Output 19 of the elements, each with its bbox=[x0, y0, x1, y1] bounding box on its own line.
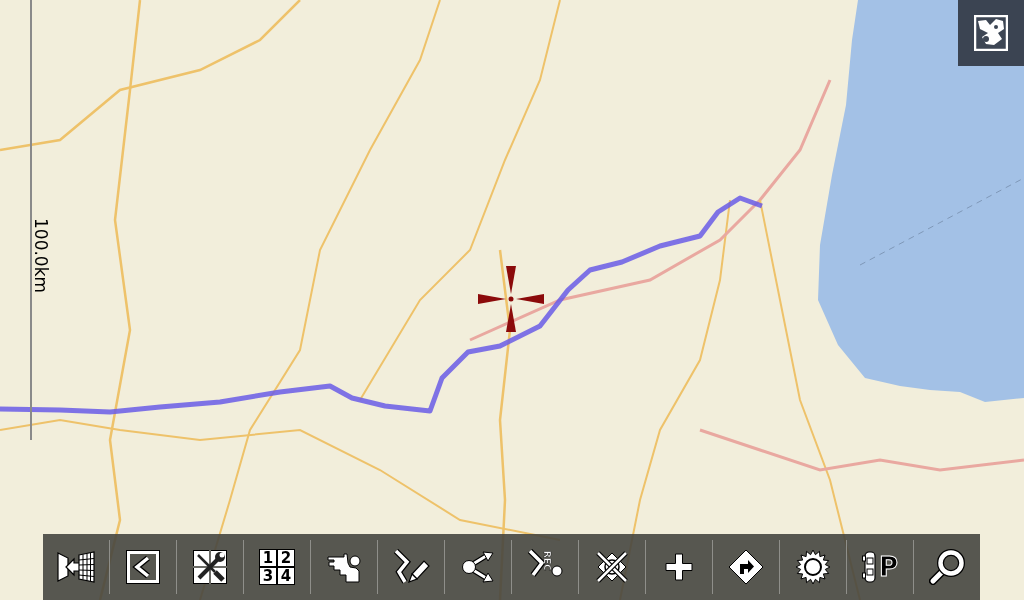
record-track-button[interactable]: REC bbox=[512, 534, 578, 600]
map-overview-button[interactable] bbox=[958, 0, 1024, 66]
plus-icon bbox=[665, 553, 693, 581]
starburst-icon bbox=[795, 549, 831, 585]
person-icon bbox=[326, 551, 362, 583]
scale-label: 100.0km bbox=[32, 218, 49, 294]
arrow-grid-icon bbox=[57, 549, 95, 585]
wrench-screwdriver-icon bbox=[193, 550, 227, 584]
parking-button[interactable]: P bbox=[847, 534, 913, 600]
framed-picture-icon bbox=[974, 15, 1008, 51]
crosshair-icon bbox=[478, 266, 544, 332]
car-icon bbox=[861, 549, 878, 585]
turn-sign-icon bbox=[728, 549, 764, 585]
share-icon bbox=[461, 550, 495, 584]
chevron-box-icon bbox=[126, 550, 160, 584]
search-icon bbox=[929, 549, 965, 585]
crossed-out-icon bbox=[595, 550, 629, 584]
layout-button[interactable]: 1 2 3 4 bbox=[244, 534, 310, 600]
route-pencil-icon bbox=[391, 549, 431, 585]
